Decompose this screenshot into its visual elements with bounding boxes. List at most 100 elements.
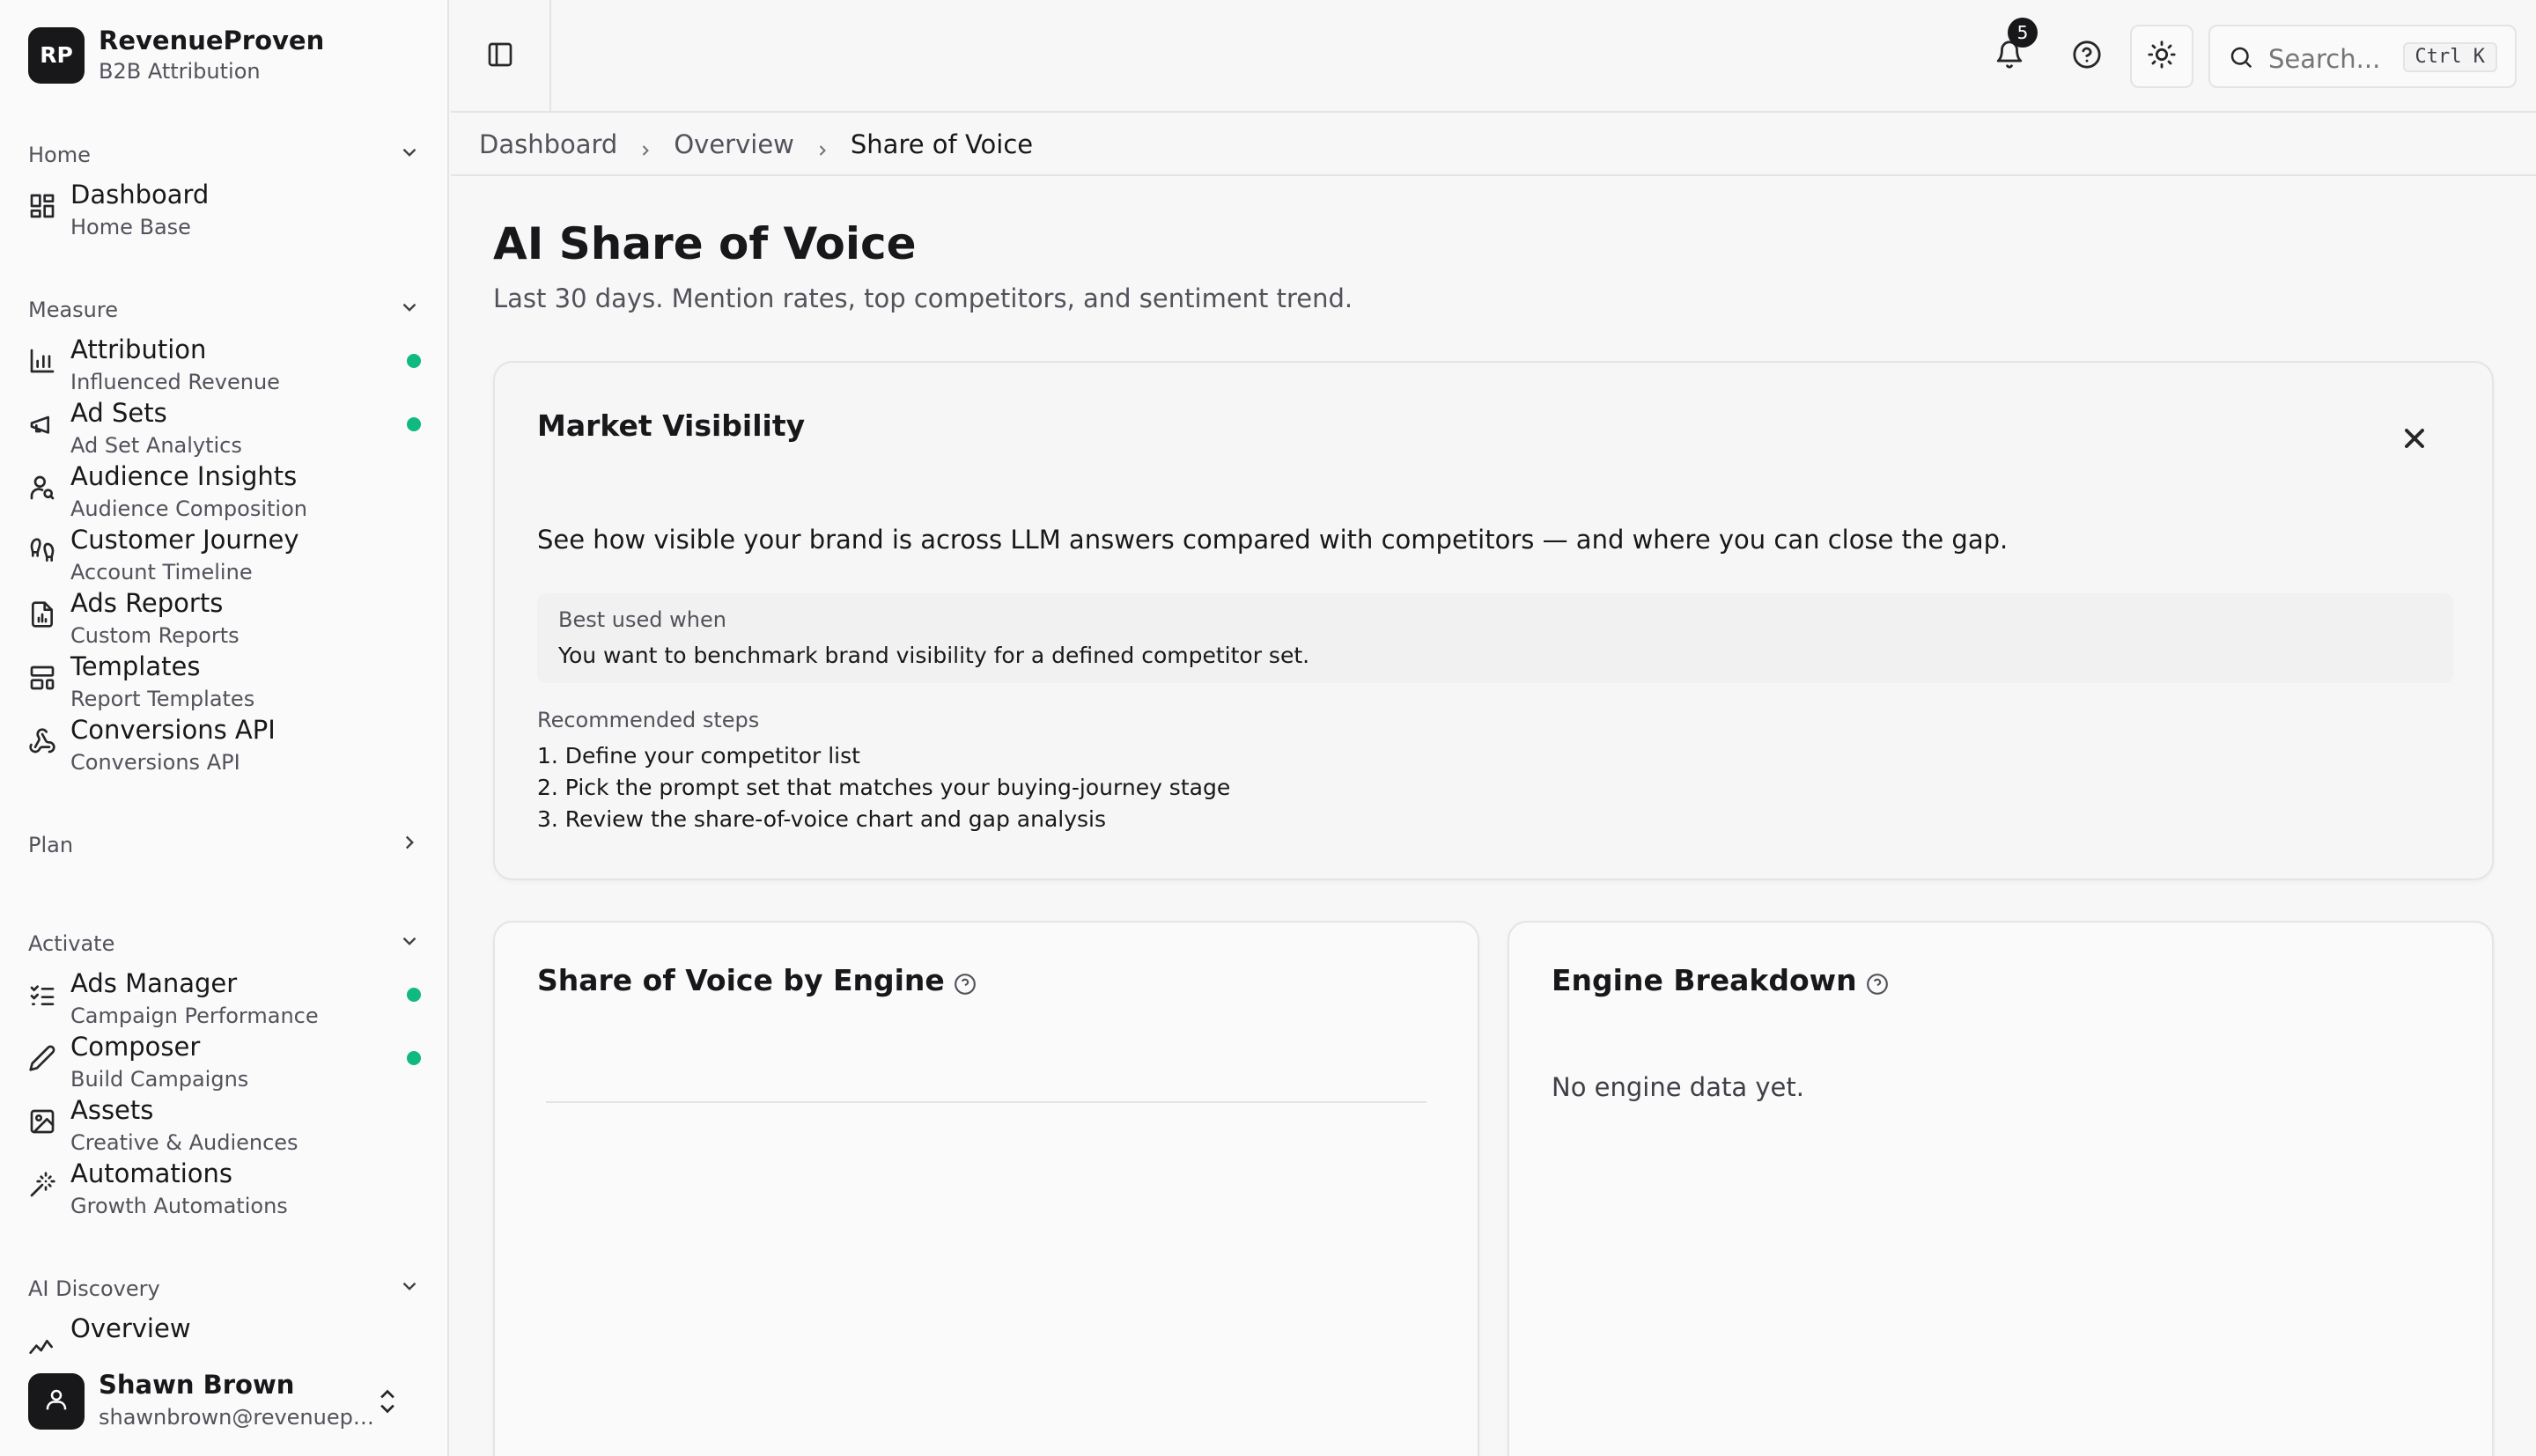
status-dot — [407, 354, 421, 368]
breadcrumb-share-of-voice: Share of Voice — [850, 129, 1034, 159]
notifications-button[interactable]: 5 — [1981, 18, 2038, 85]
sidebar-item-title: Ads Manager — [70, 968, 238, 998]
sidebar-item-dashboard[interactable]: Dashboard Home Base — [28, 180, 421, 243]
sidebar-item-title: Automations — [70, 1158, 233, 1188]
status-dot — [407, 988, 421, 1002]
sidebar-item-title: Attribution — [70, 335, 207, 364]
best-used-box: Best used when You want to benchmark bra… — [537, 593, 2453, 683]
sidebar-item-ads-reports[interactable]: Ads Reports Custom Reports — [28, 588, 421, 651]
user-name: Shawn Brown — [99, 1370, 295, 1400]
sidebar-item-ads-manager[interactable]: Ads Manager Campaign Performance — [28, 968, 421, 1032]
sidebar-item-subtitle: Creative & Audiences — [70, 1130, 299, 1155]
best-used-text: You want to benchmark brand visibility f… — [558, 643, 1310, 668]
brand-logo: RP — [28, 26, 85, 84]
sidebar-item-automations[interactable]: Automations Growth Automations — [28, 1158, 421, 1222]
sparkline-icon — [28, 1329, 56, 1357]
engine-breakdown-card: Engine Breakdown No engine data yet. — [1508, 921, 2494, 1456]
sidebar-group-label: Plan — [28, 833, 74, 857]
sidebar-item-title: Audience Insights — [70, 461, 298, 491]
sidebar-item-attribution[interactable]: Attribution Influenced Revenue — [28, 335, 421, 398]
sidebar-item-title: Composer — [70, 1032, 201, 1062]
sidebar-item-title: Ads Reports — [70, 588, 224, 618]
sidebar-group-home[interactable]: Home — [28, 139, 421, 171]
close-button[interactable] — [2399, 423, 2430, 454]
sidebar-group-label: Home — [28, 143, 91, 167]
chevron-down-icon — [398, 296, 421, 324]
topbar: 5 Ctrl K — [451, 0, 2536, 113]
sidebar-item-templates[interactable]: Templates Report Templates — [28, 651, 421, 715]
toggle-sidebar-button[interactable] — [451, 0, 551, 111]
sidebar-item-subtitle: Account Timeline — [70, 560, 253, 585]
brand-name: RevenueProven — [99, 26, 325, 55]
recommended-steps-label: Recommended steps — [537, 708, 760, 732]
search-icon — [2228, 44, 2254, 70]
sidebar-item-assets[interactable]: Assets Creative & Audiences — [28, 1095, 421, 1158]
sidebar-item-title: Overview — [70, 1313, 191, 1343]
sidebar-item-subtitle: Custom Reports — [70, 623, 240, 648]
share-of-voice-card: Share of Voice by Engine — [493, 921, 1479, 1456]
breadcrumb-overview[interactable]: Overview — [674, 129, 794, 159]
sidebar-group-measure[interactable]: Measure — [28, 294, 421, 326]
avatar — [28, 1373, 85, 1430]
sun-icon — [2147, 40, 2177, 73]
search-input[interactable] — [2268, 44, 2392, 74]
user-menu[interactable]: Shawn Brown shawnbrown@revenueproven.com — [28, 1370, 421, 1433]
sidebar-item-subtitle: Build Campaigns — [70, 1067, 249, 1092]
sidebar-item-customer-journey[interactable]: Customer Journey Account Timeline — [28, 525, 421, 588]
sidebar-item-subtitle: Conversions API — [70, 750, 240, 775]
user-icon — [43, 1386, 70, 1416]
chevrons-up-down-icon — [375, 1387, 400, 1416]
breadcrumb-dashboard[interactable]: Dashboard — [479, 129, 617, 159]
card-title: Engine Breakdown — [1552, 963, 1857, 997]
sidebar-group-plan[interactable]: Plan — [28, 829, 421, 861]
market-visibility-description: See how visible your brand is across LLM… — [537, 525, 2009, 555]
sidebar-item-subtitle: Ad Set Analytics — [70, 433, 242, 458]
share-of-voice-chart — [546, 1060, 1426, 1456]
sidebar-item-overview[interactable]: Overview — [28, 1313, 421, 1354]
sidebar-group-ai-discovery[interactable]: AI Discovery — [28, 1273, 421, 1305]
sidebar-item-title: Conversions API — [70, 715, 276, 745]
sidebar-item-title: Customer Journey — [70, 525, 299, 555]
help-circle-icon[interactable] — [954, 968, 977, 995]
chevron-down-icon — [398, 1275, 421, 1303]
sidebar-item-composer[interactable]: Composer Build Campaigns — [28, 1032, 421, 1095]
sidebar-item-ad-sets[interactable]: Ad Sets Ad Set Analytics — [28, 398, 421, 461]
theme-toggle-button[interactable] — [2130, 25, 2193, 88]
magic-wand-icon — [28, 1171, 56, 1199]
sidebar-item-subtitle: Report Templates — [70, 687, 255, 711]
sidebar-group-label: Activate — [28, 931, 115, 956]
search-box[interactable]: Ctrl K — [2208, 25, 2517, 88]
megaphone-icon — [28, 410, 56, 438]
chevron-right-icon — [637, 136, 654, 156]
brand-tagline: B2B Attribution — [99, 59, 261, 85]
sidebar-item-title: Assets — [70, 1095, 154, 1125]
help-button[interactable] — [2059, 28, 2115, 85]
sidebar-group-activate[interactable]: Activate — [28, 928, 421, 960]
webhook-icon — [28, 727, 56, 755]
chart-gridlines — [546, 1101, 1426, 1103]
card-title-row: Engine Breakdown — [1552, 963, 1889, 997]
sidebar-panel-icon — [486, 40, 514, 71]
sidebar-item-subtitle: Audience Composition — [70, 496, 307, 521]
sidebar-item-conversions-api[interactable]: Conversions API Conversions API — [28, 715, 421, 778]
best-used-label: Best used when — [558, 607, 726, 632]
sidebar-item-audience-insights[interactable]: Audience Insights Audience Composition — [28, 461, 421, 525]
sidebar-item-title: Ad Sets — [70, 398, 167, 428]
sidebar-group-label: AI Discovery — [28, 1276, 160, 1301]
status-dot — [407, 417, 421, 431]
sidebar-item-subtitle: Influenced Revenue — [70, 370, 280, 394]
user-email: shawnbrown@revenueproven.com — [99, 1405, 380, 1430]
page-title: AI Share of Voice — [493, 218, 917, 269]
grid-icon — [28, 192, 56, 220]
chevron-right-icon — [398, 831, 421, 859]
chevron-right-icon — [814, 136, 831, 156]
sidebar-item-title: Templates — [70, 651, 201, 681]
sidebar-item-subtitle: Home Base — [70, 215, 191, 239]
user-search-icon — [28, 474, 56, 502]
search-shortcut: Ctrl K — [2402, 42, 2497, 72]
card-title: Share of Voice by Engine — [537, 963, 945, 997]
brand[interactable]: RP RevenueProven B2B Attribution — [28, 26, 324, 84]
layout-template-icon — [28, 664, 56, 692]
sidebar-item-subtitle: Growth Automations — [70, 1194, 288, 1218]
help-circle-icon[interactable] — [1866, 968, 1889, 995]
